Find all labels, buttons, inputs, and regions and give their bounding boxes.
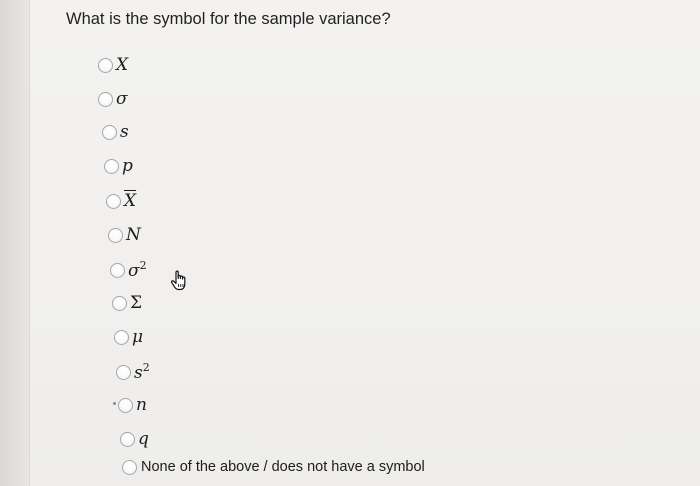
option-label: q	[138, 428, 149, 449]
option-s-squared[interactable]: s2	[116, 361, 150, 383]
radio-button[interactable]	[110, 262, 125, 278]
option-none-of-the-above[interactable]: None of the above / does not have a symb…	[122, 456, 425, 478]
option-symbol: σ	[128, 261, 140, 281]
option-label: n	[136, 394, 147, 415]
radio-button[interactable]	[116, 364, 131, 380]
option-label: σ2	[128, 260, 147, 280]
radio-button[interactable]	[108, 227, 123, 243]
option-label: X	[116, 54, 129, 75]
radio-button[interactable]	[104, 158, 119, 174]
radio-button[interactable]	[122, 459, 137, 475]
option-label: μ	[132, 326, 144, 347]
radio-button[interactable]	[98, 91, 113, 107]
radio-button[interactable]	[120, 431, 135, 447]
option-capital-sigma[interactable]: Σ	[112, 292, 142, 314]
option-q[interactable]: q	[120, 428, 149, 450]
option-label: N	[126, 224, 141, 245]
option-sigma[interactable]: σ	[98, 88, 128, 110]
radio-button[interactable]	[114, 329, 129, 345]
option-superscript: 2	[139, 259, 147, 272]
option-x[interactable]: X	[98, 54, 128, 76]
option-mu[interactable]: μ	[114, 326, 143, 348]
option-n-upper[interactable]: N	[108, 224, 141, 246]
radio-button[interactable]	[112, 295, 127, 311]
radio-button[interactable]	[98, 57, 113, 73]
option-n[interactable]: n	[118, 394, 147, 416]
option-label: s2	[134, 362, 150, 382]
option-label: X	[124, 190, 137, 211]
radio-button[interactable]	[106, 193, 121, 209]
option-label: None of the above / does not have a symb…	[141, 458, 425, 475]
option-symbol: s	[134, 363, 143, 383]
question-text: What is the symbol for the sample varian…	[66, 10, 391, 28]
stray-dot	[113, 402, 116, 405]
option-s[interactable]: s	[102, 121, 129, 143]
radio-button[interactable]	[118, 397, 133, 413]
option-label: σ	[116, 88, 128, 109]
option-superscript: 2	[142, 361, 150, 374]
option-label: Σ	[130, 292, 143, 313]
radio-button[interactable]	[102, 124, 117, 140]
option-x-bar[interactable]: X	[106, 190, 136, 212]
hand-pointer-icon	[170, 269, 192, 293]
option-p[interactable]: p	[104, 155, 133, 177]
option-label: s	[120, 121, 129, 142]
option-sigma-squared[interactable]: σ2	[110, 259, 147, 281]
option-label: p	[122, 155, 133, 176]
